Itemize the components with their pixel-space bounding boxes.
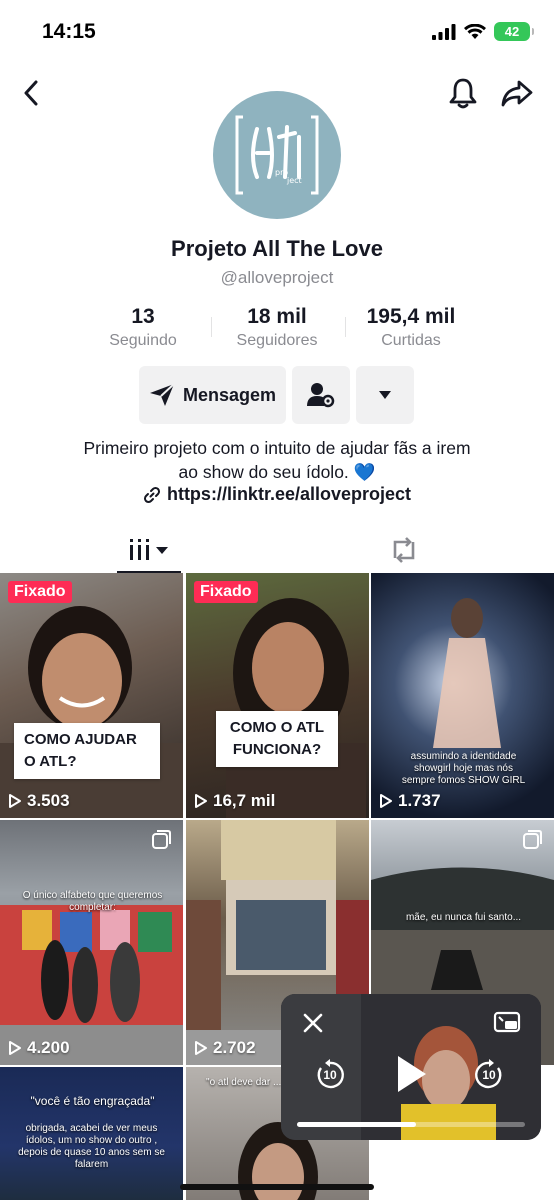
profile-stats: 13 Seguindo 18 mil Seguidores 195,4 mil … [0, 305, 554, 355]
pip-progress-track[interactable] [297, 1122, 525, 1127]
notifications-button[interactable] [446, 76, 480, 110]
skip-back-button[interactable]: 10 [313, 1058, 347, 1092]
video-caption: COMO O ATL FUNCIONA? [216, 711, 338, 767]
video-thumbnail[interactable]: Fixado COMO AJUDAR O ATL? 3.503 [0, 573, 183, 818]
chevron-left-icon [24, 80, 38, 106]
bell-icon [449, 78, 477, 109]
close-icon [303, 1013, 323, 1033]
view-count-value: 2.702 [213, 1038, 256, 1057]
thumbnail-person [0, 606, 183, 818]
back-button[interactable] [16, 78, 46, 108]
view-count: 2.702 [194, 1038, 256, 1058]
stat-followers[interactable]: 18 mil Seguidores [222, 305, 332, 350]
stat-label: Seguidores [236, 332, 318, 349]
play-button[interactable] [394, 1054, 428, 1094]
video-thumbnail[interactable]: O único alfabeto que queremos completar:… [0, 820, 183, 1065]
repost-icon [393, 537, 415, 563]
pip-progress-fill [297, 1122, 416, 1127]
video-caption: COMO AJUDAR O ATL? [14, 723, 160, 779]
bio-line: ao show do seu ídolo. 💙 [178, 462, 376, 482]
message-button[interactable]: Mensagem [139, 366, 286, 424]
tab-reposts[interactable] [372, 527, 436, 573]
avatar[interactable]: pro ject [213, 91, 341, 219]
stat-value: 195,4 mil [366, 305, 456, 328]
pip-expand-icon [493, 1011, 521, 1033]
play-icon [398, 1056, 426, 1092]
view-count-value: 4.200 [27, 1038, 70, 1057]
link-icon [143, 486, 160, 503]
video-thumbnail[interactable]: "você é tão engraçada" obrigada, acabei … [0, 1067, 183, 1200]
view-count-value: 1.737 [398, 791, 441, 810]
share-arrow-icon [501, 80, 533, 107]
send-icon [149, 383, 175, 406]
video-overlay-text: O único alfabeto que queremos completar: [22, 890, 163, 913]
stat-label: Curtidas [381, 332, 441, 349]
status-icons: 42 [432, 22, 534, 41]
video-overlay-text: "você é tão engraçada" [30, 1094, 155, 1108]
thumbnail-person [226, 598, 366, 818]
video-caption-text: COMO O ATL FUNCIONA? [229, 719, 325, 758]
play-outline-icon [9, 794, 21, 808]
pip-close-button[interactable] [301, 1011, 325, 1035]
stat-following[interactable]: 13 Seguindo [88, 305, 198, 350]
view-count: 16,7 mil [194, 791, 275, 811]
play-outline-icon [9, 1041, 21, 1055]
cellular-signal-icon [432, 23, 456, 40]
caret-down-icon [379, 391, 391, 399]
message-button-label: Mensagem [182, 384, 277, 405]
view-count-value: 16,7 mil [213, 791, 276, 810]
profile-tabs [0, 527, 554, 573]
stat-value: 13 [131, 305, 155, 328]
stat-divider [345, 317, 346, 337]
video-thumbnail[interactable]: Fixado COMO O ATL FUNCIONA? 16,7 mil [186, 573, 369, 818]
play-outline-icon [195, 794, 207, 808]
pip-player[interactable]: 10 10 [281, 994, 541, 1140]
play-outline-icon [195, 1041, 207, 1055]
video-overlay-text: mãe, eu nunca fui santo... [405, 912, 522, 923]
view-count: 4.200 [8, 1038, 70, 1058]
bio: Primeiro projeto com o intuito de ajudar… [0, 436, 554, 484]
bio-line: Primeiro projeto com o intuito de ajudar… [83, 438, 471, 458]
status-bar: 14:15 42 [0, 0, 554, 66]
video-caption-text: COMO AJUDAR O ATL? [24, 731, 137, 770]
view-count: 1.737 [379, 791, 441, 811]
tab-videos[interactable] [117, 527, 181, 573]
bio-link-text: https://linktr.ee/alloveproject [166, 484, 412, 504]
pip-expand-button[interactable] [493, 1011, 521, 1035]
photo-carousel-icon [151, 828, 173, 855]
view-count-value: 3.503 [27, 791, 70, 810]
skip-forward-label: 10 [482, 1068, 496, 1082]
play-outline-icon [380, 794, 392, 808]
stat-likes[interactable]: 195,4 mil Curtidas [356, 305, 466, 350]
grid-icon [130, 539, 168, 560]
skip-back-label: 10 [323, 1068, 337, 1082]
profile-handle: @alloveproject [220, 268, 334, 287]
stat-divider [211, 317, 212, 337]
share-button[interactable] [500, 76, 534, 110]
pinned-badge: Fixado [194, 581, 258, 603]
display-name: Projeto All The Love [171, 236, 383, 261]
atl-logo: pro ject [235, 115, 319, 195]
view-count: 3.503 [8, 791, 70, 811]
battery-level: 42 [504, 24, 520, 39]
video-thumbnail[interactable]: assumindo a identidade showgirl hoje mas… [371, 573, 554, 818]
photo-carousel-icon [522, 828, 544, 855]
status-time: 14:15 [42, 20, 96, 43]
stat-label: Seguindo [109, 332, 177, 349]
more-options-button[interactable] [356, 366, 414, 424]
person-settings-icon [307, 383, 335, 408]
bio-link[interactable]: https://linktr.ee/alloveproject [0, 484, 554, 505]
svg-text:ject: ject [286, 176, 302, 185]
wifi-icon [464, 23, 486, 39]
pinned-badge: Fixado [8, 581, 72, 603]
skip-forward-button[interactable]: 10 [472, 1058, 506, 1092]
video-overlay-text: assumindo a identidade showgirl hoje mas… [401, 751, 526, 786]
battery-icon: 42 [494, 22, 534, 41]
stat-value: 18 mil [247, 305, 307, 328]
add-friend-button[interactable] [292, 366, 350, 424]
video-overlay-text-2: obrigada, acabei de ver meus ídolos, um … [18, 1123, 165, 1170]
home-indicator [180, 1184, 374, 1190]
thumbnail-group [0, 905, 183, 1065]
